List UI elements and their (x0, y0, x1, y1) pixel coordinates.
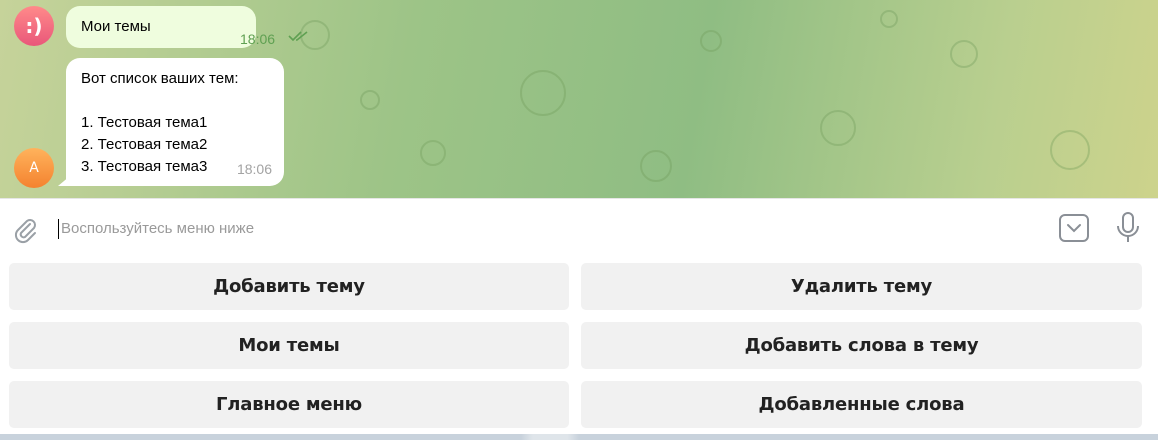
message-input[interactable] (61, 216, 961, 240)
text-caret (58, 219, 59, 239)
main-menu-button[interactable]: Главное меню (9, 381, 569, 428)
delete-topic-button[interactable]: Удалить тему (581, 263, 1142, 310)
chat-history: :) Мои темы 18:06 Вот список ваших тем: … (0, 0, 1158, 198)
add-words-to-topic-button[interactable]: Добавить слова в тему (581, 322, 1142, 369)
reply-keyboard: Добавить тему Удалить тему Мои темы Доба… (0, 256, 1158, 440)
user-avatar[interactable]: A (14, 148, 54, 188)
message-line (81, 90, 269, 112)
bottom-scroll-strip (0, 434, 1158, 440)
message-line: 2. Тестовая тема2 (81, 136, 208, 153)
add-topic-button[interactable]: Добавить тему (9, 263, 569, 310)
my-topics-button[interactable]: Мои темы (9, 322, 569, 369)
message-composer (0, 198, 1158, 256)
added-words-button[interactable]: Добавленные слова (581, 381, 1142, 428)
incoming-message-time: 18:06 (236, 161, 272, 177)
bot-avatar-label: :) (25, 14, 43, 38)
outgoing-message-time: 18:06 (240, 31, 276, 47)
message-line: Вот список ваших тем: (81, 70, 239, 87)
bot-avatar[interactable]: :) (14, 6, 54, 46)
keyboard-toggle-icon[interactable] (1058, 213, 1090, 243)
microphone-icon[interactable] (1114, 211, 1142, 245)
paperclip-icon[interactable] (12, 216, 40, 244)
outgoing-message-text: Мои темы (81, 18, 151, 35)
outgoing-message[interactable]: Мои темы 18:06 (66, 6, 308, 48)
double-check-icon (288, 31, 308, 42)
incoming-message[interactable]: Вот список ваших тем: 1. Тестовая тема1 … (66, 58, 284, 186)
message-line: 1. Тестовая тема1 (81, 114, 208, 131)
user-avatar-label: A (29, 160, 39, 176)
